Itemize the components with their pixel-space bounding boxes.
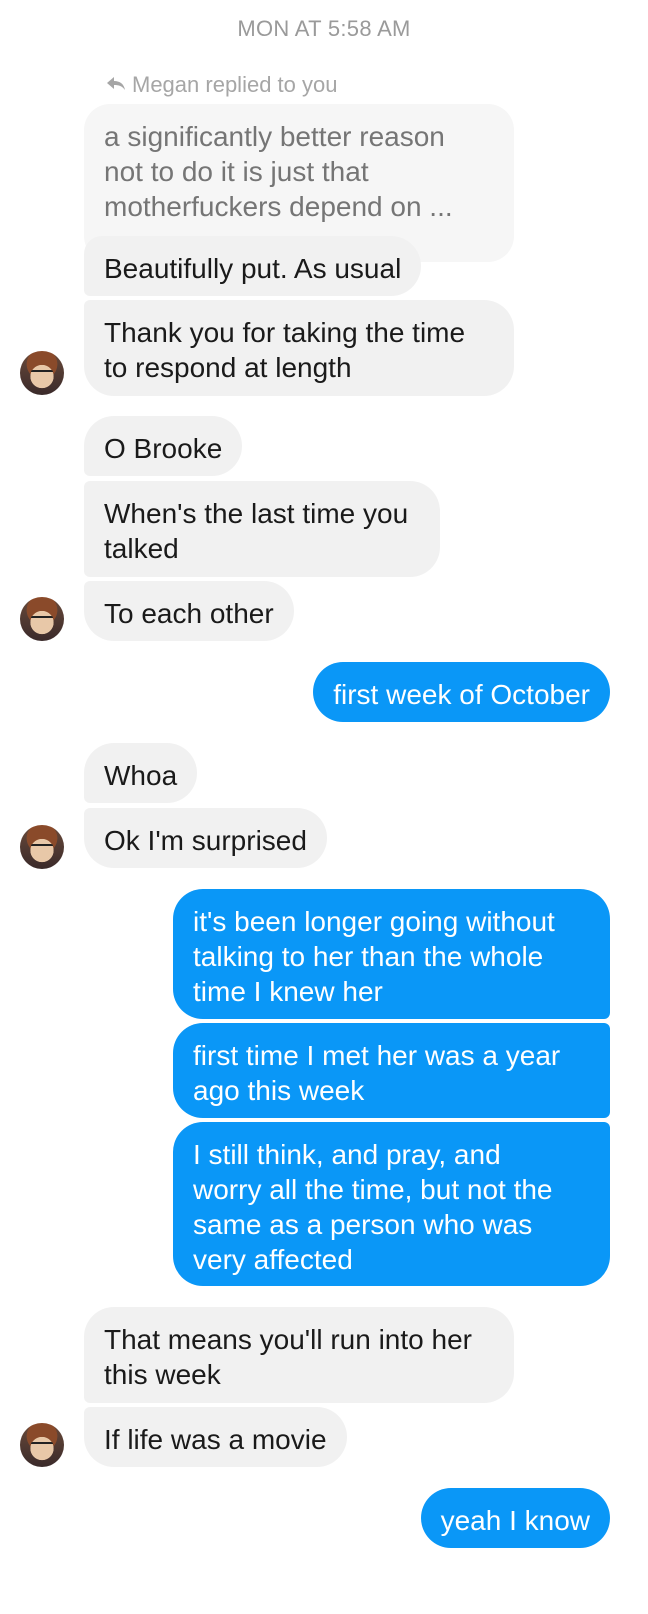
contact-avatar[interactable]: [20, 1423, 64, 1467]
conversation-timestamp: MON AT 5:58 AM: [237, 16, 411, 41]
message-bubble-incoming[interactable]: That means you'll run into her this week: [84, 1307, 514, 1403]
contact-avatar[interactable]: [20, 597, 64, 641]
message-bubble-incoming[interactable]: Beautifully put. As usual: [84, 236, 422, 296]
reply-icon: [106, 72, 126, 98]
message-bubble-outgoing[interactable]: first week of October: [313, 662, 610, 722]
reply-indicator: Megan replied to you: [106, 72, 337, 98]
message-bubble-incoming[interactable]: O Brooke: [84, 416, 243, 476]
message-bubble-incoming[interactable]: To each other: [84, 581, 294, 641]
message-bubble-incoming[interactable]: Whoa: [84, 743, 198, 803]
contact-avatar[interactable]: [20, 825, 64, 869]
message-bubble-outgoing[interactable]: first time I met her was a year ago this…: [173, 1023, 610, 1118]
message-bubble-incoming[interactable]: Thank you for taking the time to respond…: [84, 300, 514, 396]
message-bubble-incoming[interactable]: Ok I'm surprised: [84, 808, 327, 868]
message-bubble-outgoing[interactable]: I still think, and pray, and worry all t…: [173, 1122, 610, 1286]
message-bubble-incoming[interactable]: If life was a movie: [84, 1407, 347, 1467]
contact-avatar[interactable]: [20, 351, 64, 395]
message-bubble-incoming[interactable]: When's the last time you talked: [84, 481, 440, 577]
reply-indicator-text: Megan replied to you: [132, 72, 338, 97]
message-bubble-outgoing[interactable]: yeah I know: [420, 1488, 610, 1548]
message-bubble-outgoing[interactable]: it's been longer going without talking t…: [173, 889, 610, 1019]
